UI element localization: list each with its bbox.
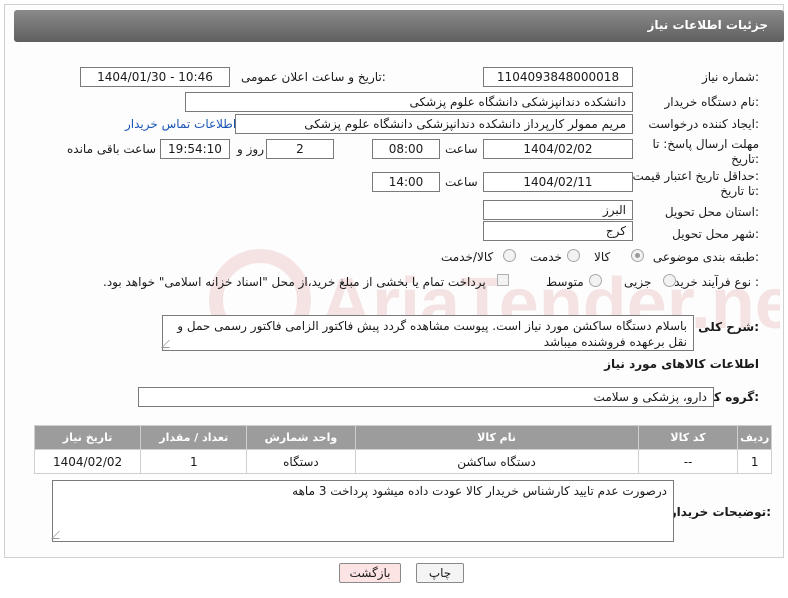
goods-section-title: اطلاعات کالاهای مورد نیاز (604, 357, 759, 371)
announce-field: 1404/01/30 - 10:46 (80, 67, 230, 87)
table-header-row: ردیف کد کالا نام کالا واحد شمارش تعداد /… (33, 425, 772, 450)
price-validity-label-date: تا تاریخ: (720, 184, 759, 198)
deadline-label-date: تاریخ: (731, 152, 759, 166)
col-header-name: نام کالا (354, 425, 639, 450)
col-header-need-date: تاریخ نیاز (33, 425, 142, 450)
process-label: نوع فرآیند خرید : (674, 275, 759, 289)
category-radio-goods[interactable] (631, 249, 644, 262)
cell-code: -- (637, 449, 739, 474)
buyer-notes-text: درصورت عدم تایید کارشناس خریدار کالا عود… (292, 484, 667, 498)
print-button[interactable]: چاپ (416, 563, 464, 583)
col-header-row-number: ردیف (737, 425, 772, 450)
goods-table: ردیف کد کالا نام کالا واحد شمارش تعداد /… (33, 425, 772, 474)
col-header-code: کد کالا (637, 425, 739, 450)
description-textarea: باسلام دستگاه ساکشن مورد نیاز است. پیوست… (161, 315, 694, 351)
city-field: کرج (483, 221, 633, 241)
cell-need-date: 1404/02/02 (33, 449, 142, 474)
category-radio-service[interactable] (567, 249, 580, 262)
province-label: استان محل تحویل: (664, 205, 759, 219)
process-option-minor: جزیی (624, 275, 652, 289)
remaining-time-label: ساعت باقی مانده (67, 142, 157, 156)
need-number-field: 1104093848000018 (483, 67, 633, 87)
resize-handle-icon[interactable] (51, 531, 67, 539)
category-option-goods-service: کالا/خدمت (441, 250, 494, 264)
buyer-contact-link[interactable]: اطلاعات تماس خریدار (125, 117, 236, 131)
deadline-date-field: 1404/02/02 (483, 139, 633, 159)
buyer-notes-label: توضیحات خریدار: (669, 505, 771, 519)
cell-name: دستگاه ساکشن (354, 449, 639, 474)
back-button[interactable]: بازگشت (339, 563, 401, 583)
creator-label: ایجاد کننده درخواست: (648, 117, 759, 131)
buyer-notes-textarea: درصورت عدم تایید کارشناس خریدار کالا عود… (51, 480, 674, 542)
panel-header: جزئیات اطلاعات نیاز (14, 10, 784, 42)
price-date-field: 1404/02/11 (483, 172, 633, 192)
process-option-medium: متوسط (546, 275, 584, 289)
process-radio-minor[interactable] (663, 274, 676, 287)
city-label: شهر محل تحویل: (672, 227, 759, 241)
days-label: روز و (237, 142, 264, 156)
deadline-time-label: ساعت (445, 142, 478, 156)
description-text: باسلام دستگاه ساکشن مورد نیاز است. پیوست… (177, 319, 687, 349)
col-header-quantity: تعداد / مقدار (140, 425, 248, 450)
price-validity-label: حداقل تاریخ اعتبار قیمت: (632, 169, 759, 183)
cell-unit: دستگاه (246, 449, 356, 474)
remaining-time-field: 19:54:10 (160, 139, 230, 159)
province-field: البرز (483, 200, 633, 220)
goods-group-field: دارو، پزشکی و سلامت (138, 387, 714, 407)
announce-label: تاریخ و ساعت اعلان عمومی: (241, 70, 386, 84)
deadline-time-field: 08:00 (372, 139, 440, 159)
resize-handle-icon[interactable] (161, 340, 177, 348)
buyer-org-label: نام دستگاه خریدار: (664, 95, 760, 109)
price-time-field: 14:00 (372, 172, 440, 192)
price-time-label: ساعت (445, 175, 478, 189)
days-field: 2 (266, 139, 334, 159)
process-note: پرداخت تمام یا بخشی از مبلغ خرید،از محل … (103, 275, 486, 289)
process-radio-medium[interactable] (589, 274, 602, 287)
deadline-label: مهلت ارسال پاسخ: تا (652, 137, 759, 151)
table-row: 1 -- دستگاه ساکشن دستگاه 1 1404/02/02 (33, 449, 772, 474)
category-option-goods: کالا (594, 250, 611, 264)
category-label: طبقه بندی موضوعی: (652, 250, 759, 264)
category-radio-goods-service[interactable] (503, 249, 516, 262)
panel-title: جزئیات اطلاعات نیاز (647, 18, 768, 32)
cell-row-number: 1 (737, 449, 772, 474)
need-number-label: شماره نیاز: (701, 70, 759, 84)
cell-quantity: 1 (140, 449, 248, 474)
creator-field: مریم ممولر کارپرداز دانشکده دندانپزشکی د… (235, 114, 633, 134)
col-header-unit: واحد شمارش (246, 425, 356, 450)
category-option-service: خدمت (530, 250, 562, 264)
buyer-org-field: دانشکده دندانپزشکی دانشگاه علوم پزشکی (185, 92, 633, 112)
treasury-checkbox[interactable] (497, 274, 509, 286)
